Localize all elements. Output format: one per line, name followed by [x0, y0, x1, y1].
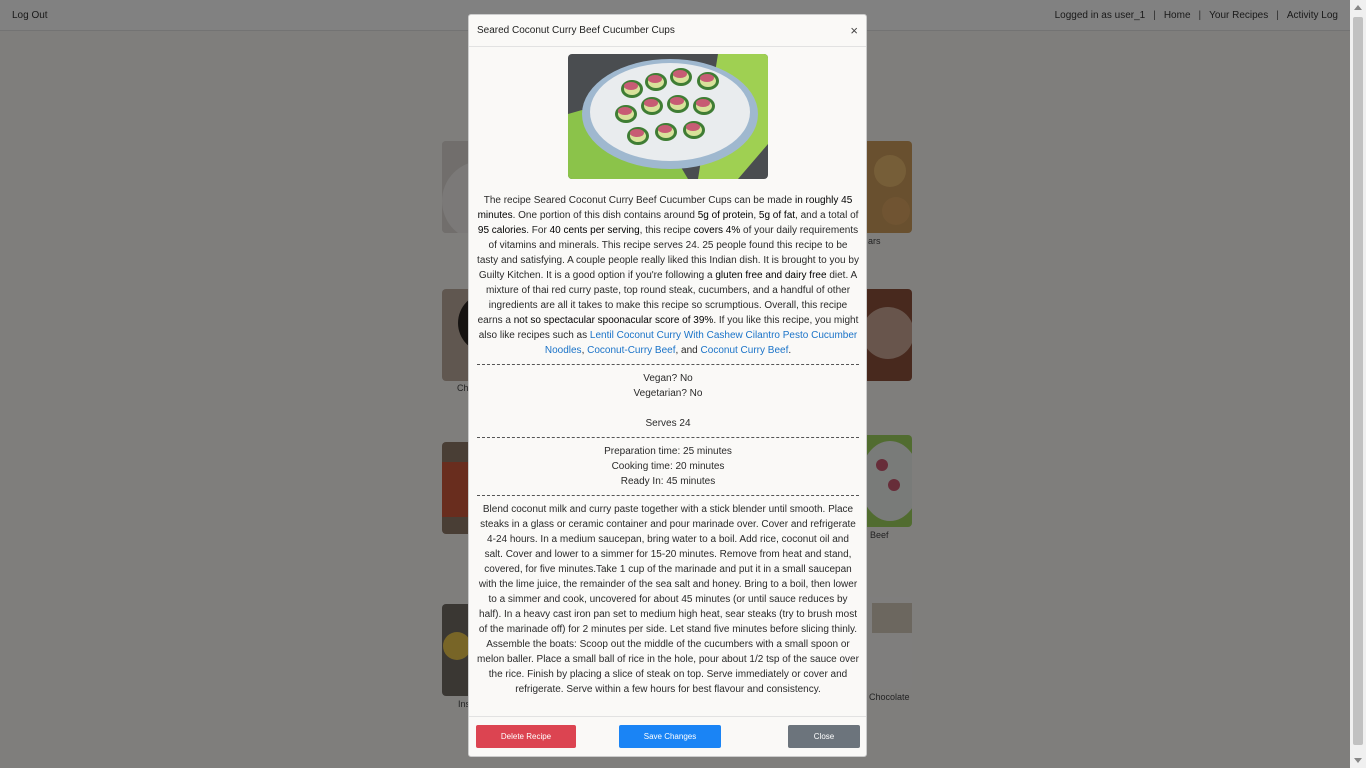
- recipe-photo: [568, 54, 768, 179]
- related-recipe-link[interactable]: Coconut Curry Beef: [701, 345, 789, 356]
- scroll-up-icon[interactable]: [1354, 5, 1362, 10]
- modal-title: Seared Coconut Curry Beef Cucumber Cups: [477, 25, 675, 36]
- section-divider: [477, 364, 859, 365]
- section-divider: [477, 437, 859, 438]
- prep-time: Preparation time: 25 minutes: [604, 446, 732, 457]
- vegan-status: Vegan? No: [643, 373, 693, 384]
- scroll-down-icon[interactable]: [1354, 758, 1362, 763]
- ready-in: Ready In: 45 minutes: [620, 476, 716, 487]
- diet-info: Vegan? No Vegetarian? No Serves 24: [477, 371, 859, 431]
- time-info: Preparation time: 25 minutes Cooking tim…: [477, 444, 859, 489]
- recipe-description: The recipe Seared Coconut Curry Beef Cuc…: [477, 195, 859, 356]
- recipe-modal: Seared Coconut Curry Beef Cucumber Cups …: [468, 14, 867, 757]
- close-button[interactable]: Close: [788, 725, 860, 748]
- delete-recipe-button[interactable]: Delete Recipe: [476, 725, 576, 748]
- section-divider: [477, 495, 859, 496]
- scrollbar-thumb[interactable]: [1353, 17, 1363, 745]
- cook-time: Cooking time: 20 minutes: [611, 461, 725, 472]
- servings: Serves 24: [645, 418, 691, 429]
- page-scrollbar[interactable]: [1350, 0, 1366, 768]
- save-changes-button[interactable]: Save Changes: [619, 725, 721, 748]
- modal-body: The recipe Seared Coconut Curry Beef Cuc…: [469, 47, 866, 718]
- modal-header: Seared Coconut Curry Beef Cucumber Cups …: [469, 15, 866, 47]
- close-icon[interactable]: ×: [850, 24, 858, 37]
- related-recipe-link[interactable]: Coconut-Curry Beef: [587, 345, 675, 356]
- recipe-instructions: Blend coconut milk and curry paste toget…: [477, 504, 859, 695]
- modal-footer: Delete Recipe Save Changes Close: [469, 716, 866, 756]
- vegetarian-status: Vegetarian? No: [633, 388, 703, 399]
